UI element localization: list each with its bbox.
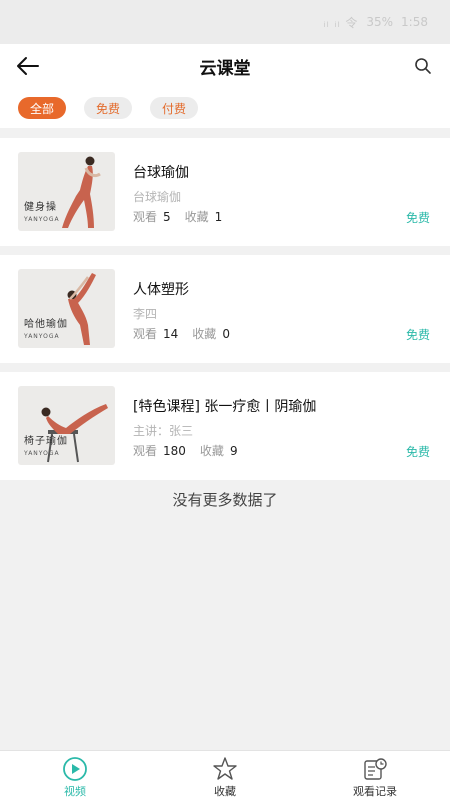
course-stats: 观看 180 收藏 9 (133, 442, 252, 459)
favorites-count: 1 (214, 210, 223, 224)
views-label: 观看 (133, 444, 158, 458)
thumbnail-brand: YANYOGA (24, 333, 60, 340)
price-badge: 免费 (405, 445, 430, 459)
search-icon[interactable] (414, 57, 432, 75)
course-stats: 观看 5 收藏 1 (133, 208, 236, 225)
tab-favorites[interactable]: 收藏 (150, 751, 300, 800)
history-icon (364, 758, 387, 780)
tab-label: 视频 (64, 785, 86, 798)
favorites-count: 0 (222, 327, 230, 341)
tab-history[interactable]: 观看记录 (300, 751, 450, 800)
views-count: 180 (163, 444, 186, 458)
price-badge: 免费 (405, 328, 430, 342)
views-label: 观看 (133, 327, 158, 341)
course-card[interactable]: 椅子瑜伽 YANYOGA [特色课程] 张一疗愈丨阴瑜伽 主讲：张三 观看 180… (0, 372, 450, 480)
course-title: 人体塑形 (133, 282, 189, 298)
thumbnail-brand: YANYOGA (24, 216, 60, 223)
signal-indicator: ᵢₗ ᵢₗ 令 (323, 15, 359, 30)
page-title: 云课堂 (199, 58, 251, 79)
course-thumbnail: 健身操 YANYOGA (18, 152, 115, 231)
thumbnail-title: 哈他瑜伽 (24, 319, 68, 330)
course-thumbnail: 椅子瑜伽 YANYOGA (18, 386, 115, 465)
views-count: 14 (163, 327, 179, 341)
course-subtitle: 台球瑜伽 (133, 190, 182, 204)
filter-bar: 全部 免费 付费 (0, 88, 450, 128)
back-arrow-icon[interactable] (14, 53, 42, 79)
views-count: 5 (163, 210, 171, 224)
course-subtitle: 主讲：张三 (133, 424, 194, 438)
tab-label: 观看记录 (353, 785, 397, 798)
tab-label: 收藏 (214, 785, 236, 798)
status-bar: ᵢₗ ᵢₗ 令 35% 1:58 (0, 0, 450, 44)
play-circle-icon (63, 757, 87, 781)
thumbnail-title: 健身操 (24, 202, 57, 213)
star-icon (213, 757, 237, 780)
filter-free-chip[interactable]: 免费 (84, 97, 133, 119)
favorites-count: 9 (229, 444, 238, 458)
app-header: 云课堂 (0, 44, 450, 88)
tab-videos[interactable]: 视频 (0, 751, 150, 800)
bottom-tab-bar: 视频 收藏 观看记录 (0, 750, 450, 800)
battery-level: 35% (366, 15, 394, 29)
course-subtitle: 李四 (133, 307, 158, 321)
course-title: 台球瑜伽 (133, 165, 189, 181)
course-thumbnail: 哈他瑜伽 YANYOGA (18, 269, 115, 348)
favorites-label: 收藏 (192, 327, 217, 341)
favorites-label: 收藏 (199, 444, 224, 458)
filter-all-chip[interactable]: 全部 (18, 97, 67, 119)
price-badge: 免费 (405, 211, 430, 225)
favorites-label: 收藏 (184, 210, 209, 224)
thumbnail-brand: YANYOGA (24, 450, 60, 457)
clock: 1:58 (401, 15, 428, 29)
end-of-list-message: 没有更多数据了 (172, 491, 278, 509)
filter-paid-chip[interactable]: 付费 (150, 97, 199, 119)
course-card[interactable]: 哈他瑜伽 YANYOGA 人体塑形 李四 观看 14 收藏 0 免费 (0, 255, 450, 363)
course-stats: 观看 14 收藏 0 (133, 325, 244, 342)
course-title: [特色课程] 张一疗愈丨阴瑜伽 (133, 399, 317, 415)
views-label: 观看 (133, 210, 158, 224)
course-list: 健身操 YANYOGA 台球瑜伽 台球瑜伽 观看 5 收藏 1 免费 哈他瑜伽 YAN… (0, 138, 450, 480)
course-card[interactable]: 健身操 YANYOGA 台球瑜伽 台球瑜伽 观看 5 收藏 1 免费 (0, 138, 450, 246)
thumbnail-title: 椅子瑜伽 (24, 436, 68, 447)
